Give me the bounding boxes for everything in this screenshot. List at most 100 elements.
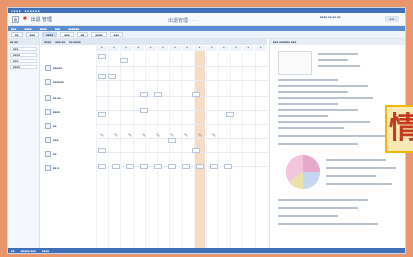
edit-icon[interactable]: ✎	[114, 134, 118, 139]
text-line	[278, 135, 388, 137]
schedule-cell[interactable]	[154, 92, 162, 97]
text-line	[318, 59, 348, 61]
left-panel-item[interactable]: ■■■■	[10, 65, 37, 69]
toolbar-button-active[interactable]: ■■■■	[42, 32, 58, 37]
edit-icon[interactable]: ✎	[170, 134, 174, 139]
schedule-cell[interactable]	[210, 164, 218, 169]
right-panel-header: ■■■ ■■■■■■ ■■■	[270, 39, 405, 45]
grid-header-item[interactable]: ■■■■	[44, 40, 51, 44]
toolbar-button[interactable]: ■■■	[109, 32, 124, 37]
edit-icon[interactable]: ✎	[128, 134, 132, 139]
schedule-cell[interactable]	[120, 58, 128, 63]
left-panel-item[interactable]: ■■■■	[10, 53, 37, 57]
user-info: ■■■■ ■■ ■■ ■■	[320, 15, 341, 19]
toolbar-button[interactable]: ■■■	[25, 32, 40, 37]
column-header: ■	[205, 46, 219, 51]
schedule-cell[interactable]	[126, 164, 134, 169]
edit-icon[interactable]: ✎	[212, 134, 216, 139]
column-divider	[254, 52, 256, 248]
row-icon	[45, 123, 51, 129]
column-header: ■	[108, 46, 121, 51]
row-icon	[45, 95, 51, 101]
edit-icon[interactable]: ✎	[184, 134, 188, 139]
row-label-text: ■■	[53, 152, 57, 156]
home-icon[interactable]	[12, 15, 19, 23]
nav-item[interactable]: ■■■	[11, 27, 16, 31]
row-icon	[45, 109, 51, 115]
row-icon	[45, 151, 51, 157]
edit-icon[interactable]: ✎	[100, 134, 104, 139]
text-line	[278, 97, 373, 99]
column-header: ■	[144, 46, 158, 51]
column-header: ■	[218, 46, 231, 51]
left-panel: ■■ ■■ ■■■ ■■■■ ■■■ ■■■■	[8, 39, 40, 248]
status-item: ■■■■■ ■■■	[20, 248, 36, 253]
column-header: ■	[242, 46, 255, 51]
schedule-cell[interactable]	[154, 164, 162, 169]
column-header: ■	[181, 46, 194, 51]
stamp-banner: 情	[385, 105, 413, 153]
row-label[interactable]: ■■■■■	[45, 64, 62, 72]
nav-item[interactable]: ■■■■	[24, 27, 31, 31]
left-panel-item[interactable]: ■■■	[10, 47, 37, 51]
schedule-cell[interactable]	[196, 164, 204, 169]
status-item: ■■	[11, 248, 15, 253]
row-label[interactable]: ■■	[45, 150, 57, 158]
schedule-cell[interactable]	[98, 148, 106, 153]
row-label[interactable]: ■■ ■	[45, 164, 59, 172]
toolbar-button[interactable]: ■■	[76, 32, 89, 37]
title-bar-text: ■ ■ ■ ■ ■ ■	[24, 8, 40, 13]
toolbar-button[interactable]: ■■	[11, 32, 23, 37]
column-divider	[230, 52, 232, 248]
row-icon	[45, 65, 51, 71]
nav-item[interactable]: ■■■■■■	[68, 27, 79, 31]
grid-header: ■■■■ ■■■ ■■ ■■ ■■■■	[41, 39, 267, 45]
toolbar: ■■ ■■■ ■■■■ ■■■ ■■ ■■■■ ■■■	[8, 31, 405, 39]
nav-item[interactable]: ■■■■	[40, 27, 47, 31]
schedule-cell[interactable]	[108, 74, 116, 79]
nav-item[interactable]: ■■■	[55, 27, 60, 31]
row-label[interactable]: ■■ ■■	[45, 94, 61, 102]
schedule-cell[interactable]	[98, 74, 106, 79]
text-line	[278, 199, 368, 201]
schedule-grid: ■ ■ ■ ■ ■ ■ ■ ■ ■ ■ ■ ■ ■ ■ ■■■■■ ■■■■■■ ■■ ■■ ■■■■ ■■ ■■■…	[41, 46, 288, 248]
close-button[interactable]: ■ ■	[385, 16, 399, 22]
schedule-cell[interactable]	[140, 92, 148, 97]
column-divider	[96, 52, 97, 248]
schedule-cell[interactable]	[140, 108, 148, 113]
schedule-cell[interactable]	[112, 164, 120, 169]
schedule-cell[interactable]	[226, 112, 234, 117]
schedule-cell[interactable]	[224, 164, 232, 169]
text-line	[278, 115, 328, 117]
row-icon	[45, 79, 51, 85]
schedule-cell[interactable]	[140, 164, 148, 169]
row-icon	[45, 165, 51, 171]
row-label[interactable]: ■■	[45, 122, 57, 130]
schedule-cell[interactable]	[192, 148, 200, 153]
text-line	[278, 207, 358, 209]
schedule-cell[interactable]	[98, 164, 106, 169]
edit-icon[interactable]: ✎	[142, 134, 146, 139]
schedule-grid-area: ■■■■ ■■■ ■■ ■■ ■■■■ ■ ■ ■ ■ ■ ■ ■ ■ ■ ■ ■ ■ ■ ■ ■■■■■…	[41, 39, 288, 248]
schedule-cell[interactable]	[98, 54, 106, 59]
document-thumbnail	[278, 51, 312, 75]
grid-header-item[interactable]: ■■■ ■■	[55, 40, 65, 44]
row-label-text: ■■	[53, 124, 57, 128]
toolbar-button[interactable]: ■■■■	[91, 32, 107, 37]
schedule-cell[interactable]	[168, 164, 176, 169]
edit-icon[interactable]: ✎	[156, 134, 160, 139]
edit-icon[interactable]: ✎	[198, 134, 202, 139]
left-panel-item[interactable]: ■■■	[10, 59, 37, 63]
toolbar-button[interactable]: ■■■	[60, 32, 74, 37]
grid-header-item[interactable]: ■■ ■■■■	[69, 40, 81, 44]
app-window: ● ■ ■ ■ ■ ■ ■ ■ ■ ■ ■ 出退 管理 出退管理 · · · ■…	[7, 7, 406, 254]
row-label[interactable]: ■■■■	[45, 108, 60, 116]
schedule-cell[interactable]	[182, 164, 190, 169]
row-label[interactable]: ■■■■■■	[45, 78, 64, 86]
schedule-cell[interactable]	[98, 112, 106, 117]
text-line	[326, 175, 376, 177]
schedule-cell[interactable]	[192, 92, 200, 97]
column-divider	[218, 52, 219, 248]
row-label[interactable]: ■■■	[45, 136, 58, 144]
row-label-text: ■■■■■	[53, 66, 63, 70]
